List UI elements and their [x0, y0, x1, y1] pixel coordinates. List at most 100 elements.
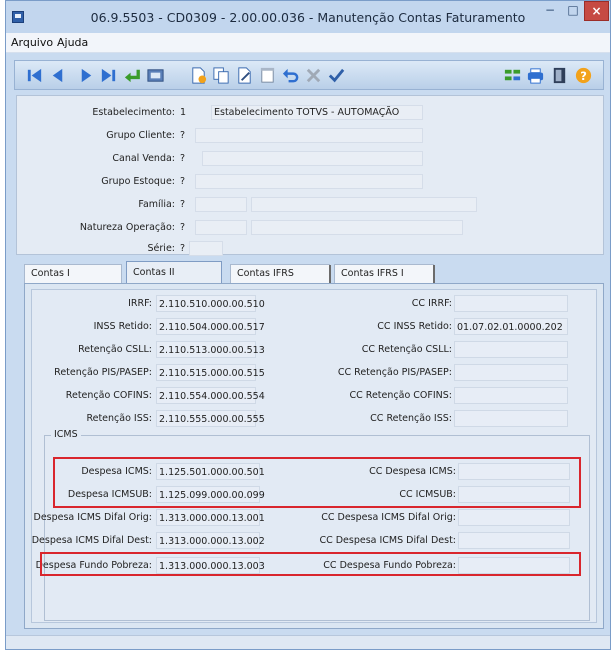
cc-retencao-csll-label: CC Retenção CSLL:: [361, 344, 452, 355]
tab-contas-ifrs-i[interactable]: Contas IFRS I: [334, 264, 435, 284]
tab-contas-i-label: Contas I: [31, 268, 70, 279]
help-icon[interactable]: ?: [574, 66, 593, 85]
canal-venda-desc: [202, 151, 423, 166]
previous-record-icon[interactable]: [48, 66, 67, 85]
navigation-icon[interactable]: [503, 66, 522, 85]
tab-separator: [329, 265, 331, 284]
cc-retencao-iss-field[interactable]: [454, 410, 568, 427]
tab-panel-contas-ii: IRRF: 2.110.510.000.00.510 INSS Retido: …: [24, 283, 604, 629]
despesa-difal-orig-field[interactable]: 1.313.000.000.13.001: [156, 509, 265, 526]
maximize-button[interactable]: □: [562, 1, 584, 21]
despesa-difal-dest-field[interactable]: 1.313.000.000.13.002: [156, 532, 265, 549]
serie-field: [189, 241, 223, 256]
retencao-pis-field[interactable]: 2.110.515.000.00.515: [156, 364, 265, 381]
highlight-box-fundo-pobreza: [40, 552, 581, 576]
retencao-cofins-field[interactable]: 2.110.554.000.00.554: [156, 387, 265, 404]
tab-contas-ifrs[interactable]: Contas IFRS: [230, 264, 331, 284]
canal-venda-label: Canal Venda:: [112, 153, 175, 164]
tab-contas-ii[interactable]: Contas II: [126, 261, 222, 284]
tab-bar: Contas I Contas II Contas IFRS Contas IF…: [24, 261, 604, 284]
icms-group-title: ICMS: [51, 429, 81, 440]
next-record-icon[interactable]: [77, 66, 96, 85]
natureza-operacao-code-field: [195, 220, 247, 235]
retencao-csll-field[interactable]: 2.110.513.000.00.513: [156, 341, 265, 358]
first-record-icon[interactable]: [25, 66, 44, 85]
cc-despesa-difal-dest-label: CC Despesa ICMS Difal Dest:: [319, 535, 456, 546]
tab-contas-ifrs-i-label: Contas IFRS I: [341, 268, 404, 279]
menu-ajuda[interactable]: Ajuda: [57, 36, 88, 49]
print-icon[interactable]: [526, 66, 545, 85]
cc-inss-retido-label: CC INSS Retido:: [377, 321, 452, 332]
cc-retencao-pis-field[interactable]: [454, 364, 568, 381]
cc-retencao-cofins-field[interactable]: [454, 387, 568, 404]
search-icon[interactable]: [146, 66, 165, 85]
retencao-csll-label: Retenção CSLL:: [78, 344, 152, 355]
irrf-field[interactable]: 2.110.510.000.00.510: [156, 295, 265, 312]
cc-retencao-iss-label: CC Retenção ISS:: [370, 413, 452, 424]
retencao-cofins-label: Retenção COFINS:: [65, 390, 152, 401]
cc-irrf-field[interactable]: [454, 295, 568, 312]
grupo-estoque-label: Grupo Estoque:: [101, 176, 175, 187]
inss-retido-field[interactable]: 2.110.504.000.00.517: [156, 318, 265, 335]
serie-code[interactable]: ?: [180, 243, 185, 254]
grupo-estoque-code[interactable]: ?: [180, 176, 185, 187]
despesa-difal-dest-label: Despesa ICMS Difal Dest:: [31, 535, 152, 546]
grupo-estoque-desc: [195, 174, 423, 189]
cc-despesa-difal-orig-label: CC Despesa ICMS Difal Orig:: [321, 512, 456, 523]
canal-venda-code[interactable]: ?: [180, 153, 185, 164]
status-bar: [6, 635, 610, 649]
cc-despesa-difal-orig-field[interactable]: [458, 509, 570, 526]
irrf-label: IRRF:: [128, 298, 152, 309]
grupo-cliente-code[interactable]: ?: [180, 130, 185, 141]
despesa-difal-orig-label: Despesa ICMS Difal Orig:: [33, 512, 153, 523]
edit-icon[interactable]: [235, 66, 254, 85]
title-bar[interactable]: 06.9.5503 - CD0309 - 2.00.00.036 - Manut…: [6, 1, 610, 33]
familia-label: Família:: [138, 199, 175, 210]
cancel-icon[interactable]: [304, 66, 323, 85]
estabelecimento-code[interactable]: 1: [180, 107, 186, 118]
menu-bar: Arquivo Ajuda: [6, 33, 610, 53]
familia-code[interactable]: ?: [180, 199, 185, 210]
serie-label: Série:: [147, 243, 175, 254]
retencao-iss-field[interactable]: 2.110.555.000.00.555: [156, 410, 265, 427]
last-record-icon[interactable]: [99, 66, 118, 85]
confirm-icon[interactable]: [327, 66, 346, 85]
minimize-button[interactable]: −: [538, 1, 562, 21]
toolbar: ?: [14, 60, 604, 90]
estabelecimento-label: Estabelecimento:: [92, 107, 175, 118]
inss-retido-label: INSS Retido:: [93, 321, 152, 332]
svg-text:?: ?: [580, 69, 587, 83]
header-form: Estabelecimento: 1 Estabelecimento TOTVS…: [16, 95, 604, 256]
new-record-icon[interactable]: [189, 66, 208, 85]
menu-arquivo[interactable]: Arquivo: [11, 36, 53, 49]
retencao-pis-label: Retenção PIS/PASEP:: [54, 367, 152, 378]
copy-icon[interactable]: [212, 66, 231, 85]
familia-desc: [251, 197, 477, 212]
undo-icon[interactable]: [281, 66, 300, 85]
exit-icon[interactable]: [550, 66, 569, 85]
grupo-cliente-label: Grupo Cliente:: [106, 130, 175, 141]
delete-icon[interactable]: [258, 66, 277, 85]
cc-retencao-csll-field[interactable]: [454, 341, 568, 358]
cc-retencao-cofins-label: CC Retenção COFINS:: [349, 390, 453, 401]
cc-retencao-pis-label: CC Retenção PIS/PASEP:: [337, 367, 452, 378]
natureza-operacao-label: Natureza Operação:: [79, 222, 175, 233]
familia-code-field: [195, 197, 247, 212]
cc-inss-retido-field[interactable]: 01.07.02.01.0000.202: [454, 318, 568, 335]
tab-contas-i[interactable]: Contas I: [24, 264, 122, 283]
close-button[interactable]: ×: [584, 1, 609, 21]
retencao-iss-label: Retenção ISS:: [86, 413, 152, 424]
natureza-operacao-code[interactable]: ?: [180, 222, 185, 233]
contas-area: IRRF: 2.110.510.000.00.510 INSS Retido: …: [31, 289, 597, 623]
natureza-operacao-desc: [251, 220, 463, 235]
tab-separator: [433, 265, 435, 284]
app-window: 06.9.5503 - CD0309 - 2.00.00.036 - Manut…: [5, 0, 611, 650]
highlight-box-icms: [53, 457, 581, 508]
goto-icon[interactable]: [123, 66, 142, 85]
window-title: 06.9.5503 - CD0309 - 2.00.00.036 - Manut…: [90, 10, 526, 25]
tab-contas-ii-label: Contas II: [133, 267, 175, 278]
estabelecimento-desc: Estabelecimento TOTVS - AUTOMAÇÃO: [214, 107, 400, 118]
cc-despesa-difal-dest-field[interactable]: [458, 532, 570, 549]
cc-irrf-label: CC IRRF:: [411, 298, 452, 309]
tab-contas-ifrs-label: Contas IFRS: [237, 268, 294, 279]
